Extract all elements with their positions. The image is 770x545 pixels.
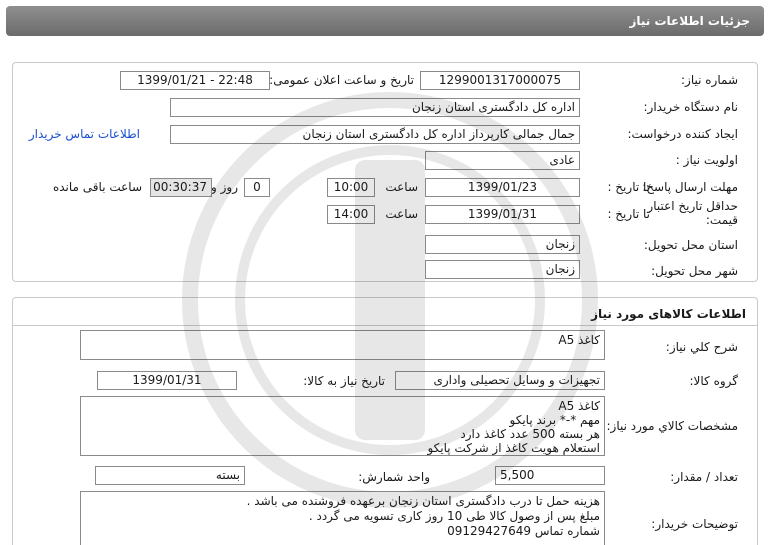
remaining-time-field: 00:30:37	[150, 178, 212, 197]
buyer-org-label: نام دستگاه خریدار:	[643, 100, 739, 114]
remaining-label: ساعت باقی مانده	[52, 180, 142, 194]
spec-field: کاغذ A5 مهم *-* برند پایکو هر بسته 500 ع…	[80, 396, 605, 456]
creator-label: ایجاد کننده درخواست:	[627, 127, 738, 141]
priority-label: اولویت نیاز :	[675, 153, 738, 167]
need-number-field: 1299001317000075	[420, 71, 580, 90]
announce-datetime-field: 1399/01/21 - 22:48	[120, 71, 270, 90]
buyer-notes-line: هزینه حمل تا درب دادگستری استان زنجان بر…	[246, 494, 600, 508]
reply-to-date-label: تا تاریخ :	[607, 180, 650, 194]
summary-text: کاغذ A5	[558, 333, 600, 347]
province-label: استان محل تحویل:	[643, 238, 738, 252]
city-label: شهر محل تحویل:	[651, 264, 738, 278]
spec-label: مشخصات کالاي مورد نياز:	[606, 419, 738, 433]
group-label: گروه کالا:	[689, 374, 739, 388]
announce-label: تاریخ و ساعت اعلان عمومی:	[269, 73, 414, 87]
spec-line: استعلام هویت کاغذ از شرکت پایکو	[427, 441, 600, 455]
spec-line: هر بسته 500 عدد کاغذ دارد	[460, 427, 600, 441]
summary-field: کاغذ A5	[80, 330, 605, 360]
reply-date-field: 1399/01/23	[425, 178, 580, 197]
unit-field: بسته	[95, 466, 245, 485]
days-field: 0	[244, 178, 270, 197]
validity-label-2: قیمت:	[705, 213, 738, 227]
validity-time-field: 14:00	[327, 205, 375, 224]
buyer-notes-field: هزینه حمل تا درب دادگستری استان زنجان بر…	[80, 491, 605, 545]
priority-field: عادی	[425, 151, 580, 170]
city-field: زنجان	[425, 260, 580, 279]
summary-label: شرح کلي نياز:	[665, 340, 738, 354]
unit-label: واحد شمارش:	[358, 470, 430, 484]
need-number-label: شماره نیاز:	[681, 73, 738, 87]
need-date-label: تاریخ نیاز به کالا:	[303, 374, 385, 388]
qty-label: تعداد / مقدار:	[670, 470, 738, 484]
goods-title-divider	[12, 325, 758, 326]
buyer-notes-label: توضیحات خریدار:	[651, 517, 738, 531]
page-title: جزئیات اطلاعات نیاز	[6, 6, 764, 36]
buyer-org-field: اداره کل دادگستری استان زنجان	[170, 98, 580, 117]
validity-time-label: ساعت	[385, 207, 418, 221]
validity-date-field: 1399/01/31	[425, 205, 580, 224]
spec-line: کاغذ A5	[558, 399, 600, 413]
reply-time-label: ساعت	[385, 180, 418, 194]
buyer-notes-line: شماره تماس 09129427649	[447, 524, 600, 538]
days-label: روز و	[211, 180, 238, 194]
buyer-contact-link[interactable]: اطلاعات تماس خریدار	[29, 127, 140, 141]
province-field: زنجان	[425, 235, 580, 254]
goods-section-title: اطلاعات کالاهای مورد نیاز	[591, 307, 746, 321]
validity-to-date-label: تا تاریخ :	[607, 207, 650, 221]
validity-label-1: حداقل تاریخ اعتبار	[647, 199, 738, 213]
qty-field: 5,500	[495, 466, 605, 485]
reply-deadline-label: مهلت ارسال پاسخ:	[642, 180, 738, 194]
need-date-field: 1399/01/31	[97, 371, 237, 390]
creator-field: جمال جمالی کارپرداز اداره کل دادگستری اس…	[170, 125, 580, 144]
group-field: تجهیزات و وسایل تحصیلی واداری	[395, 371, 605, 390]
buyer-notes-line: مبلغ پس از وصول کالا طی 10 روز کاری تسوی…	[308, 509, 600, 523]
reply-time-field: 10:00	[327, 178, 375, 197]
spec-line: مهم *-* برند پایکو	[509, 413, 600, 427]
